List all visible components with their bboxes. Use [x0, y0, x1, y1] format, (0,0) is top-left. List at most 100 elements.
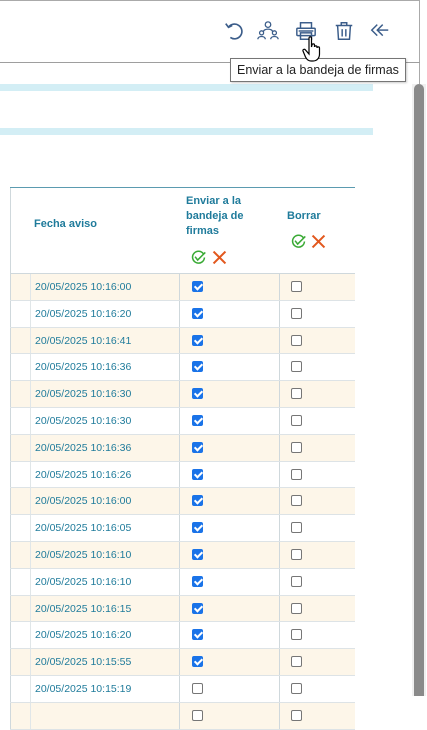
cell-borrar — [280, 381, 355, 407]
fecha-aviso-value: 20/05/2025 10:16:20 — [35, 629, 132, 642]
cell-fecha: 20/05/2025 10:16:10 — [10, 541, 180, 568]
fecha-aviso-value: 20/05/2025 10:16:30 — [35, 414, 132, 427]
table-row: 20/05/2025 10:16:26 — [10, 461, 355, 489]
borrar-checkbox[interactable] — [291, 602, 302, 614]
fecha-aviso-value: 20/05/2025 10:16:15 — [35, 602, 132, 615]
borrar-checkbox[interactable] — [291, 495, 302, 507]
enviar-checkbox[interactable] — [192, 307, 203, 319]
cell-fecha: 20/05/2025 10:16:30 — [10, 381, 180, 407]
borrar-checkbox[interactable] — [291, 575, 302, 587]
select-all-check-icon[interactable] — [290, 233, 307, 250]
cell-enviar — [180, 622, 280, 649]
table-row: 20/05/2025 10:16:36 — [10, 354, 355, 382]
enviar-checkbox[interactable] — [192, 388, 203, 400]
cell-enviar — [180, 541, 280, 568]
cell-borrar — [280, 542, 355, 568]
borrar-checkbox[interactable] — [291, 334, 302, 346]
cell-fecha: 20/05/2025 10:16:26 — [10, 461, 180, 488]
cell-borrar — [280, 488, 355, 514]
delete-button[interactable] — [332, 18, 356, 44]
borrar-checkbox[interactable] — [291, 709, 302, 721]
cell-borrar — [280, 408, 355, 434]
table-header: Fecha aviso Enviar a la bandeja de firma… — [10, 187, 355, 274]
borrar-checkbox[interactable] — [291, 682, 302, 694]
cell-fecha: 20/05/2025 10:16:15 — [10, 595, 180, 622]
borrar-checkbox[interactable] — [291, 361, 302, 373]
fecha-aviso-value: 20/05/2025 10:16:00 — [35, 495, 132, 508]
cell-enviar — [180, 274, 280, 300]
borrar-checkbox[interactable] — [291, 468, 302, 480]
return-button[interactable] — [368, 18, 392, 44]
table-row: 20/05/2025 10:15:19 — [10, 675, 355, 703]
enviar-checkbox[interactable] — [192, 522, 203, 534]
column-header-borrar[interactable]: Borrar — [287, 210, 337, 222]
undo-icon — [225, 23, 243, 40]
fecha-aviso-value: 20/05/2025 10:16:20 — [35, 307, 132, 320]
cell-enviar — [180, 354, 280, 381]
enviar-checkbox[interactable] — [192, 629, 203, 641]
enviar-checkbox[interactable] — [192, 602, 203, 614]
cell-fecha: 20/05/2025 10:16:00 — [10, 274, 180, 300]
borrar-checkbox[interactable] — [291, 281, 302, 292]
enviar-checkbox[interactable] — [192, 468, 203, 480]
borrar-checkbox[interactable] — [291, 388, 302, 400]
cell-fecha: 20/05/2025 10:16:05 — [10, 515, 180, 541]
cell-fecha: 20/05/2025 10:15:19 — [10, 675, 180, 702]
enviar-bulk-actions — [190, 249, 228, 266]
cell-enviar — [180, 488, 280, 515]
enviar-checkbox[interactable] — [192, 441, 203, 453]
fecha-aviso-value: 20/05/2025 10:16:05 — [35, 522, 132, 535]
borrar-checkbox[interactable] — [291, 548, 302, 560]
enviar-checkbox[interactable] — [192, 548, 203, 560]
deselect-all-cross-icon[interactable] — [310, 233, 327, 250]
enviar-checkbox[interactable] — [192, 656, 203, 668]
column-header-fecha[interactable]: Fecha aviso — [34, 216, 114, 232]
borrar-checkbox[interactable] — [291, 307, 302, 319]
fecha-aviso-value: 20/05/2025 10:16:00 — [35, 281, 132, 293]
cell-borrar — [280, 301, 355, 327]
cell-enviar — [180, 461, 280, 488]
assign-users-button[interactable] — [256, 18, 280, 44]
cell-enviar — [180, 327, 280, 354]
enviar-checkbox[interactable] — [192, 334, 203, 346]
enviar-checkbox[interactable] — [192, 281, 203, 292]
undo-button[interactable] — [222, 18, 246, 44]
cell-fecha: 20/05/2025 10:16:00 — [10, 488, 180, 515]
fecha-aviso-value: 20/05/2025 10:16:10 — [35, 548, 132, 561]
cell-enviar — [180, 649, 280, 675]
fecha-aviso-value: 20/05/2025 10:16:36 — [35, 441, 132, 454]
column-header-enviar[interactable]: Enviar a la bandeja de firmas — [186, 194, 266, 239]
cell-enviar — [180, 568, 280, 595]
table-row: 20/05/2025 10:16:00 — [10, 274, 355, 301]
enviar-checkbox[interactable] — [192, 682, 203, 694]
enviar-checkbox[interactable] — [192, 709, 203, 721]
enviar-checkbox[interactable] — [192, 495, 203, 507]
fecha-aviso-value: 20/05/2025 10:16:26 — [35, 468, 132, 481]
table-row: 20/05/2025 10:16:20 — [10, 622, 355, 650]
enviar-checkbox[interactable] — [192, 414, 203, 426]
table-row: 20/05/2025 10:16:36 — [10, 434, 355, 462]
borrar-checkbox[interactable] — [291, 629, 302, 641]
borrar-checkbox[interactable] — [291, 522, 302, 534]
table-row — [10, 702, 355, 730]
scrollbar-thumb[interactable] — [414, 84, 424, 696]
cell-enviar — [180, 381, 280, 407]
enviar-checkbox[interactable] — [192, 361, 203, 373]
cell-fecha: 20/05/2025 10:16:10 — [10, 568, 180, 595]
cell-fecha: 20/05/2025 10:15:55 — [10, 649, 180, 675]
borrar-checkbox[interactable] — [291, 414, 302, 426]
table-row: 20/05/2025 10:16:00 — [10, 488, 355, 516]
assign-users-icon — [257, 21, 279, 40]
cell-borrar — [280, 462, 355, 488]
borrar-checkbox[interactable] — [291, 441, 302, 453]
table-row: 20/05/2025 10:16:41 — [10, 327, 355, 355]
cell-fecha: 20/05/2025 10:16:20 — [10, 300, 180, 327]
enviar-checkbox[interactable] — [192, 575, 203, 587]
cell-borrar — [280, 274, 355, 300]
cell-borrar — [280, 569, 355, 595]
deselect-all-cross-icon[interactable] — [211, 249, 228, 266]
table-row: 20/05/2025 10:16:30 — [10, 407, 355, 435]
select-all-check-icon[interactable] — [190, 249, 207, 266]
cell-borrar — [280, 515, 355, 541]
borrar-checkbox[interactable] — [291, 656, 302, 668]
